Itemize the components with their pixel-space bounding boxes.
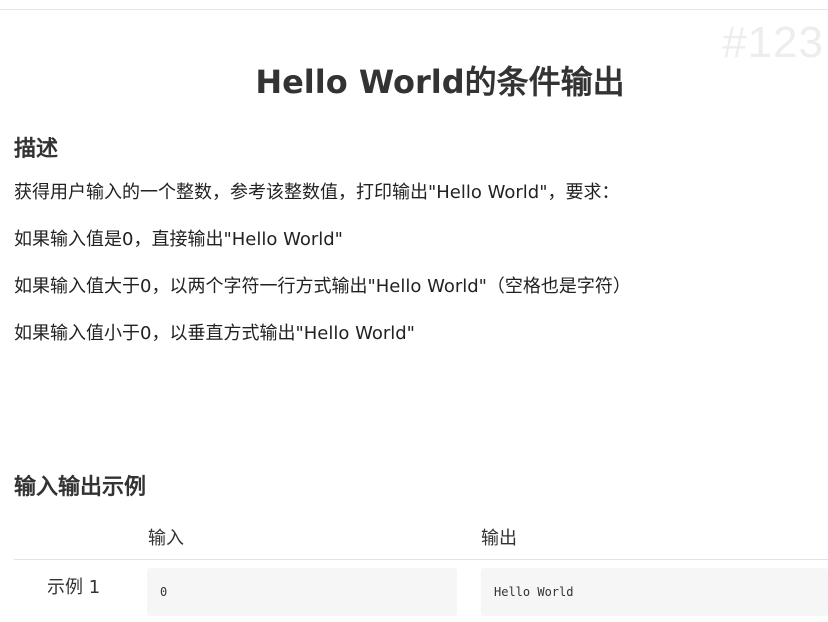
io-examples-heading: 输入输出示例 — [14, 475, 147, 500]
example-output-code[interactable]: Hello World — [481, 568, 828, 616]
input-column-header: 输入 — [148, 528, 184, 549]
description-heading: 描述 — [14, 137, 59, 162]
problem-title: Hello World的条件输出 — [255, 63, 625, 101]
example-label: 示例 1 — [47, 577, 101, 598]
example-input-code[interactable]: 0 — [147, 568, 457, 616]
output-column-header: 输出 — [481, 528, 517, 549]
description-line: 如果输入值大于0，以两个字符一行方式输出"Hello World"（空格也是字符… — [14, 276, 631, 297]
description-line: 如果输入值是0，直接输出"Hello World" — [14, 229, 343, 250]
table-divider — [14, 559, 828, 560]
problem-number-watermark: #123 — [722, 18, 824, 67]
problem-page: #123 Hello World的条件输出 描述 获得用户输入的一个整数，参考该… — [0, 0, 828, 622]
description-line: 如果输入值小于0，以垂直方式输出"Hello World" — [14, 323, 415, 344]
top-divider — [0, 9, 828, 10]
description-line: 获得用户输入的一个整数，参考该整数值，打印输出"Hello World"，要求： — [14, 182, 620, 203]
